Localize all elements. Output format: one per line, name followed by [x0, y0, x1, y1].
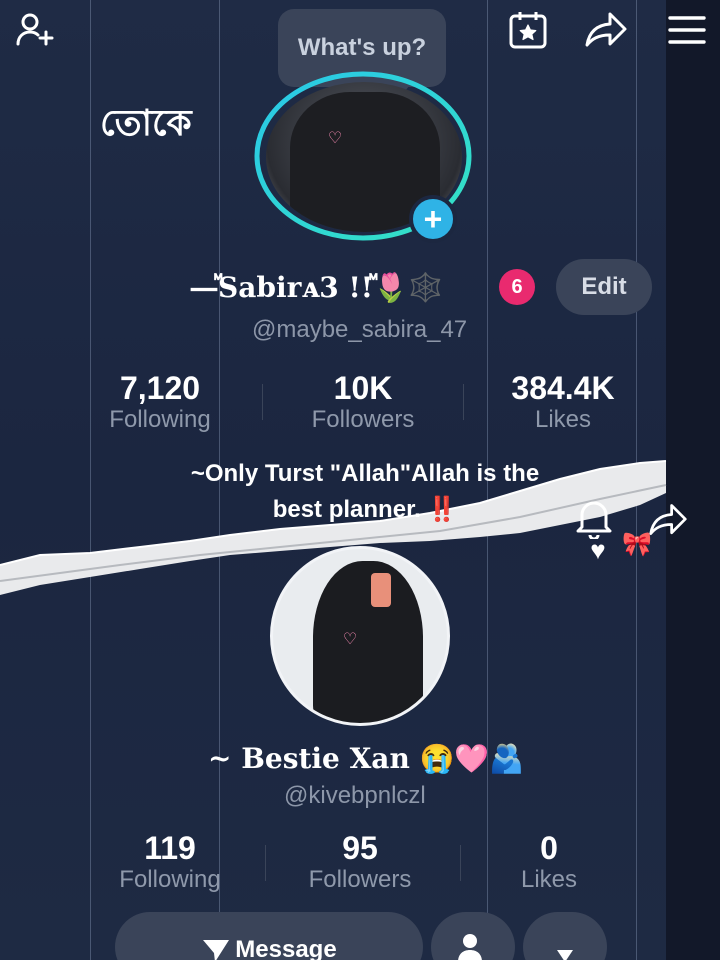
notification-badge[interactable]: 6 — [499, 269, 535, 305]
stat-divider — [463, 384, 464, 420]
bio-line: ~Only Turst "Allah"Allah is the — [190, 460, 540, 487]
user-check-icon — [458, 934, 482, 960]
message-button[interactable]: Message — [115, 912, 423, 960]
follow-status-button[interactable] — [431, 912, 515, 960]
likes-label: Likes — [520, 866, 578, 893]
display-name: ~ Bestie Xan 😭🩷🫂 — [208, 742, 525, 775]
following-count[interactable]: 119 — [110, 830, 230, 867]
bell-icon — [576, 501, 612, 539]
share-icon — [649, 504, 687, 535]
heart-icon: ♡ — [342, 631, 358, 648]
bio: ~Only Turst "Allah"Allah is the best pla… — [150, 456, 580, 528]
followers-count[interactable]: 10K — [303, 370, 423, 407]
share-icon — [585, 12, 627, 47]
username: @maybe_sabira_47 — [252, 316, 468, 343]
following-label: Following — [109, 406, 211, 433]
heart-icon: ♥ — [590, 535, 606, 565]
bio-line: best planner. ‼️ — [272, 496, 458, 523]
followers-label: Followers — [308, 866, 412, 893]
overlay-text: তোকে — [100, 103, 192, 144]
add-user-icon — [16, 13, 54, 46]
avatar-photo — [313, 561, 423, 723]
menu-icon — [668, 16, 706, 44]
likes-count[interactable]: 0 — [489, 830, 609, 867]
stat-divider — [265, 845, 266, 881]
phone-icon — [371, 573, 391, 607]
bell-button[interactable] — [572, 496, 616, 540]
stat-divider — [262, 384, 263, 420]
following-count[interactable]: 7,120 — [100, 370, 220, 407]
menu-button[interactable] — [665, 8, 709, 52]
share-button[interactable] — [584, 8, 628, 52]
display-name: —ⷨ𝐒𝐚𝐛𝐢𝐫ᴀ𝟑 !!ⷨ🌷🕸️ — [190, 271, 443, 304]
username: @kivebpnlczl — [284, 782, 426, 809]
followers-label: Followers — [311, 406, 415, 433]
message-label: Message — [235, 936, 337, 960]
avatar[interactable]: ♡ — [270, 546, 450, 726]
send-icon — [203, 940, 230, 960]
likes-count[interactable]: 384.4K — [493, 370, 633, 407]
stat-divider — [460, 845, 461, 881]
more-button[interactable] — [523, 912, 607, 960]
following-label: Following — [119, 866, 221, 893]
followers-count[interactable]: 95 — [300, 830, 420, 867]
chevron-down-icon — [557, 950, 573, 960]
edit-button[interactable]: Edit — [556, 259, 652, 315]
bow-icon: 🎀 — [622, 531, 652, 558]
calendar-star-button[interactable] — [506, 8, 550, 52]
add-user-button[interactable] — [12, 8, 56, 52]
likes-label: Likes — [534, 406, 592, 433]
add-story-button[interactable]: + — [409, 195, 457, 243]
calendar-star-icon — [509, 12, 547, 49]
heart-icon: ♡ — [327, 130, 343, 147]
